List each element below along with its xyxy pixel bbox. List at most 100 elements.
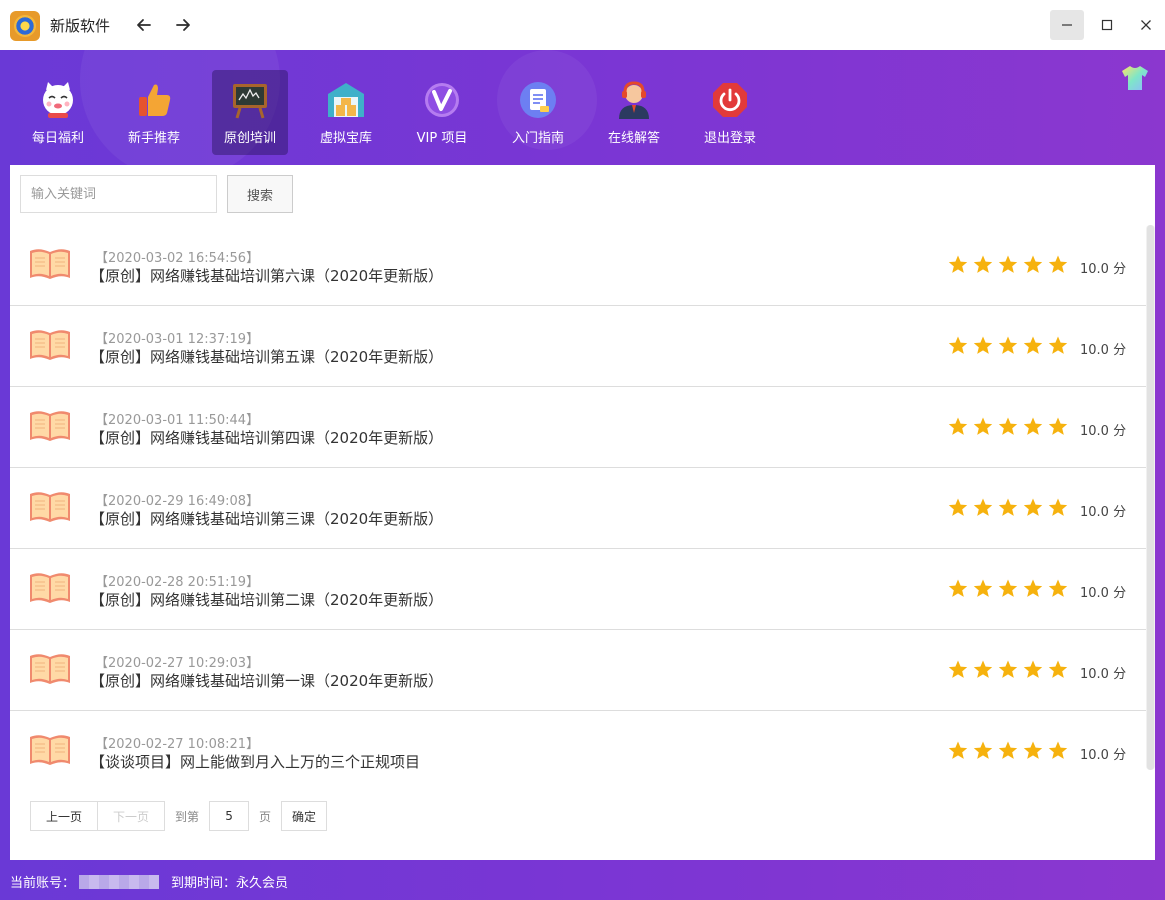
article-date: 【2020-02-28 20:51:19】 — [95, 575, 260, 590]
book-icon — [28, 409, 72, 443]
book-icon — [28, 328, 72, 362]
star-icon — [973, 417, 998, 440]
article-row[interactable]: 【2020-03-02 16:54:56】 【原创】网络赚钱基础培训第六课（202… — [10, 225, 1146, 306]
article-row[interactable]: 【2020-02-27 10:08:21】 【谈谈项目】网上能做到月入上万的三个正… — [10, 711, 1146, 792]
star-icon — [1023, 255, 1048, 278]
star-icon — [948, 741, 973, 764]
minimize-button[interactable] — [1050, 10, 1084, 40]
article-score: 10.0 分 — [1080, 505, 1127, 520]
star-icon — [973, 336, 998, 359]
nav-label: 虚拟宝库 — [319, 131, 372, 146]
status-footer: 当前账号： 到期时间： 永久会员 — [10, 872, 288, 891]
star-icon — [998, 741, 1023, 764]
article-title[interactable]: 【原创】网络赚钱基础培训第三课（2020年更新版） — [90, 508, 443, 529]
nav-label: VIP 项目 — [416, 131, 468, 146]
article-title[interactable]: 【原创】网络赚钱基础培训第四课（2020年更新版） — [90, 427, 443, 448]
nav-item-daily-welfare[interactable]: 每日福利 — [20, 70, 96, 155]
article-row[interactable]: 【2020-02-28 20:51:19】 【原创】网络赚钱基础培训第二课（202… — [10, 549, 1146, 630]
article-score: 10.0 分 — [1080, 667, 1127, 682]
star-icon — [948, 498, 973, 521]
article-score: 10.0 分 — [1080, 424, 1127, 439]
article-title[interactable]: 【原创】网络赚钱基础培训第五课（2020年更新版） — [90, 346, 443, 367]
star-icon — [998, 498, 1023, 521]
star-icon — [948, 336, 973, 359]
rating-stars — [948, 660, 1073, 683]
star-icon — [1023, 579, 1048, 602]
lucky-cat-icon — [38, 80, 78, 120]
star-icon — [1023, 660, 1048, 683]
next-page-button[interactable]: 下一页 — [98, 801, 165, 831]
nav-item-vip-project[interactable]: VIP 项目 — [404, 70, 480, 155]
nav-item-beginner-recommend[interactable]: 新手推荐 — [116, 70, 192, 155]
close-button[interactable] — [1129, 10, 1163, 40]
star-icon — [948, 579, 973, 602]
nav-item-getting-started[interactable]: 入门指南 — [500, 70, 576, 155]
article-title[interactable]: 【谈谈项目】网上能做到月入上万的三个正规项目 — [90, 751, 420, 772]
nav-label: 原创培训 — [223, 131, 276, 146]
article-row[interactable]: 【2020-03-01 11:50:44】 【原创】网络赚钱基础培训第四课（202… — [10, 387, 1146, 468]
star-icon — [973, 579, 998, 602]
nav-item-virtual-treasury[interactable]: 虚拟宝库 — [308, 70, 384, 155]
nav-item-logout[interactable]: 退出登录 — [692, 70, 768, 155]
search-input[interactable] — [20, 175, 217, 213]
article-row[interactable]: 【2020-02-27 10:29:03】 【原创】网络赚钱基础培训第一课（202… — [10, 630, 1146, 711]
article-title[interactable]: 【原创】网络赚钱基础培训第六课（2020年更新版） — [90, 265, 443, 286]
star-icon — [998, 660, 1023, 683]
book-icon — [28, 490, 72, 524]
star-icon — [1048, 498, 1073, 521]
nav-label: 每日福利 — [31, 131, 84, 146]
page-number-input[interactable] — [209, 801, 250, 831]
page-suffix-label: 页 — [259, 809, 272, 824]
article-list: 【2020-03-02 16:54:56】 【原创】网络赚钱基础培训第六课（202… — [10, 225, 1146, 792]
power-icon — [710, 80, 750, 120]
star-icon — [1048, 741, 1073, 764]
skin-tshirt-icon[interactable] — [1120, 64, 1150, 92]
star-icon — [948, 255, 973, 278]
maximize-button[interactable] — [1090, 10, 1124, 40]
star-icon — [973, 741, 998, 764]
rating-stars — [948, 741, 1073, 764]
scrollbar-track[interactable] — [1146, 225, 1155, 770]
star-icon — [1048, 336, 1073, 359]
main-nav: 每日福利 新手推荐 原创培训 虚拟宝库 VIP 项目 入门指南 在线解答 退出登… — [20, 70, 788, 155]
star-icon — [1048, 255, 1073, 278]
article-score: 10.0 分 — [1080, 586, 1127, 601]
article-row[interactable]: 【2020-02-29 16:49:08】 【原创】网络赚钱基础培训第三课（202… — [10, 468, 1146, 549]
support-agent-icon — [614, 80, 654, 120]
search-button[interactable]: 搜索 — [227, 175, 293, 213]
nav-item-original-training[interactable]: 原创培训 — [212, 70, 288, 155]
confirm-page-button[interactable]: 确定 — [281, 801, 328, 831]
scrollbar-thumb[interactable] — [1147, 225, 1154, 770]
star-icon — [1023, 417, 1048, 440]
book-icon — [28, 247, 72, 281]
article-date: 【2020-02-27 10:08:21】 — [95, 737, 260, 752]
rating-stars — [948, 417, 1073, 440]
rating-stars — [948, 336, 1073, 359]
article-date: 【2020-03-02 16:54:56】 — [95, 251, 260, 266]
prev-page-button[interactable]: 上一页 — [30, 801, 98, 831]
rating-stars — [948, 498, 1073, 521]
star-icon — [973, 498, 998, 521]
book-icon — [28, 652, 72, 686]
star-icon — [973, 660, 998, 683]
expiry-value: 永久会员 — [236, 876, 289, 891]
article-row[interactable]: 【2020-03-01 12:37:19】 【原创】网络赚钱基础培训第五课（202… — [10, 306, 1146, 387]
article-title[interactable]: 【原创】网络赚钱基础培训第一课（2020年更新版） — [90, 670, 443, 691]
article-title[interactable]: 【原创】网络赚钱基础培训第二课（2020年更新版） — [90, 589, 443, 610]
book-icon — [28, 571, 72, 605]
account-value-masked — [79, 874, 160, 889]
article-date: 【2020-03-01 12:37:19】 — [95, 332, 260, 347]
star-icon — [998, 255, 1023, 278]
book-icon — [28, 733, 72, 767]
warehouse-icon — [326, 80, 366, 120]
star-icon — [1023, 336, 1048, 359]
star-icon — [1048, 579, 1073, 602]
app-logo — [10, 11, 40, 41]
account-label: 当前账号： — [10, 876, 76, 891]
nav-label: 退出登录 — [703, 131, 756, 146]
article-score: 10.0 分 — [1080, 262, 1127, 277]
star-icon — [1023, 498, 1048, 521]
star-icon — [1023, 741, 1048, 764]
nav-item-online-answers[interactable]: 在线解答 — [596, 70, 672, 155]
nav-label: 新手推荐 — [127, 131, 180, 146]
